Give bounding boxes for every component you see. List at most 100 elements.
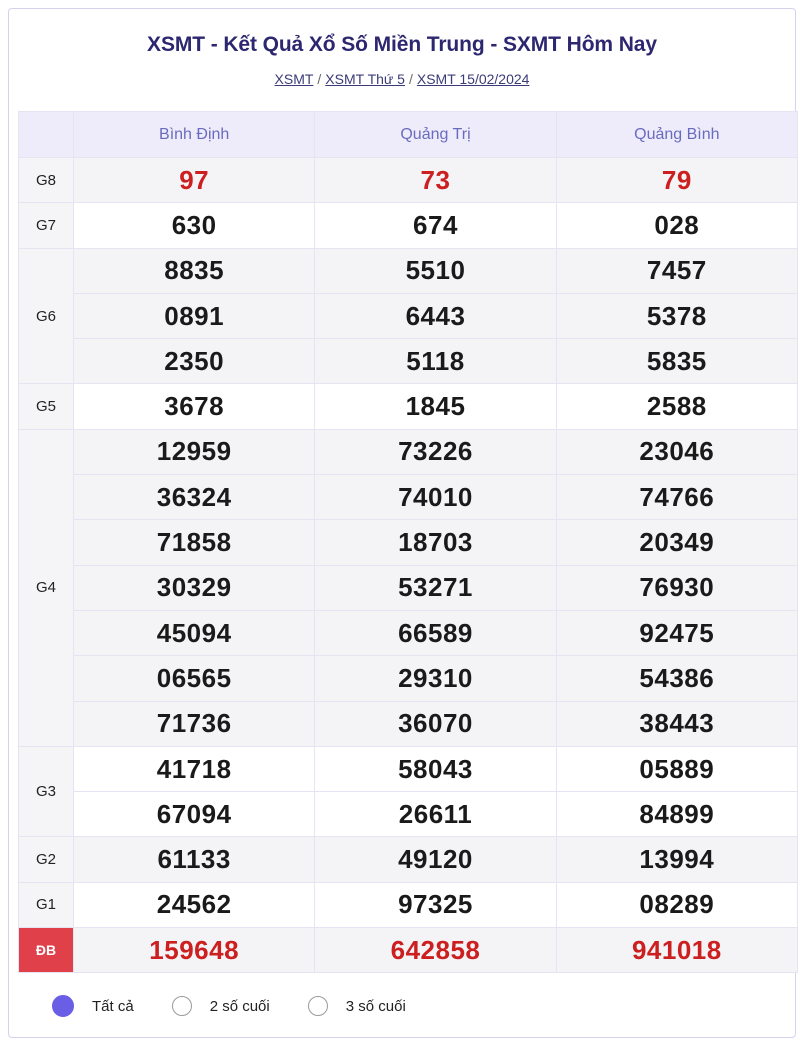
prize-number: 24562	[72, 881, 316, 929]
prize-number: 29310	[314, 655, 557, 702]
prize-number: 18703	[314, 519, 557, 566]
results-header: XSMT - Kết Quả Xổ Số Miền Trung - SXMT H…	[9, 9, 795, 101]
prize-row-g4: 45094 66589 92475	[19, 609, 799, 657]
digit-filter: Tất cả 2 số cuối 3 số cuối	[18, 976, 798, 1036]
province-quang-tri: Quảng Trị	[314, 111, 557, 158]
prize-label: G7	[18, 202, 74, 249]
prize-number: 12959	[72, 428, 316, 476]
special-prize-label: ĐB	[18, 927, 74, 974]
prize-number: 92475	[555, 609, 799, 657]
prize-number: 73226	[314, 428, 557, 476]
prize-number: 49120	[314, 836, 557, 883]
breadcrumb-xsmt-thu5[interactable]: XSMT Thứ 5	[325, 71, 405, 87]
prize-number: 73	[314, 156, 557, 204]
prize-number: 54386	[555, 655, 799, 702]
prize-number: 06565	[72, 655, 316, 702]
special-prize-number: 642858	[314, 927, 557, 974]
prize-row-g6: G6 8835 5510 7457	[18, 247, 799, 385]
prize-number: 30329	[72, 564, 316, 611]
breadcrumb-separator: /	[408, 71, 413, 87]
results-table: Bình Định Quảng Trị Quảng Bình G8 97 73 …	[18, 111, 799, 974]
prize-number: 61133	[72, 836, 316, 883]
prize-label: G8	[18, 156, 74, 204]
breadcrumb-separator: /	[317, 71, 322, 87]
prize-number: 74766	[555, 474, 799, 521]
prize-number: 36070	[314, 700, 557, 747]
prize-row-g5: G5 3678 1845 2588	[18, 383, 799, 430]
prize-number: 5378	[555, 292, 799, 340]
prize-number: 08289	[555, 881, 799, 929]
prize-number: 71858	[72, 519, 316, 566]
prize-row-g4: 71736 36070 38443	[19, 700, 799, 747]
prize-row-g4: G4 12959 73226 23046	[18, 428, 799, 747]
special-prize-number: 941018	[555, 927, 799, 974]
prize-number: 05889	[555, 745, 799, 793]
prize-row-special: ĐB 159648 642858 941018	[18, 927, 799, 974]
prize-number: 74010	[314, 474, 557, 521]
prize-number: 5835	[555, 338, 799, 385]
prize-number: 71736	[72, 700, 316, 747]
filter-option-all[interactable]: Tất cả	[52, 995, 134, 1017]
prize-label: G5	[18, 383, 74, 430]
breadcrumb: XSMT / XSMT Thứ 5/XSMT 15/02/2024	[9, 71, 795, 87]
filter-option-last-3[interactable]: 3 số cuối	[307, 996, 406, 1016]
prize-row-g2: G2 61133 49120 13994	[18, 836, 799, 883]
breadcrumb-xsmt-date[interactable]: XSMT 15/02/2024	[417, 71, 530, 87]
prize-row-g4: 30329 53271 76930	[19, 564, 799, 611]
prize-number: 1845	[314, 383, 557, 430]
prize-number: 5510	[314, 247, 557, 294]
prize-number: 79	[555, 156, 799, 204]
radio-unselected-icon[interactable]	[171, 996, 192, 1016]
prize-row-g6: 0891 6443 5378	[19, 292, 799, 340]
prize-number: 38443	[555, 700, 799, 747]
prize-number: 67094	[72, 791, 316, 838]
filter-option-label: Tất cả	[92, 997, 134, 1015]
prize-label: G2	[18, 836, 74, 883]
prize-number: 6443	[314, 292, 557, 340]
prize-label: G4	[18, 428, 74, 747]
breadcrumb-xsmt[interactable]: XSMT	[275, 71, 314, 87]
results-panel: XSMT - Kết Quả Xổ Số Miền Trung - SXMT H…	[8, 8, 799, 1038]
prize-number: 66589	[314, 609, 557, 657]
prize-number: 674	[314, 202, 557, 249]
prize-number: 630	[72, 202, 316, 249]
prize-number: 13994	[555, 836, 799, 883]
prize-row-g4: 71858 18703 20349	[19, 519, 799, 566]
prize-number: 0891	[72, 292, 316, 340]
prize-label: G1	[18, 881, 74, 929]
prize-number: 76930	[555, 564, 799, 611]
prize-number: 53271	[314, 564, 557, 611]
prize-number: 7457	[555, 247, 799, 294]
prize-number: 2350	[72, 338, 316, 385]
prize-number: 028	[555, 202, 799, 249]
prize-number: 20349	[555, 519, 799, 566]
province-header-row: Bình Định Quảng Trị Quảng Bình	[18, 111, 799, 158]
prize-row-g7: G7 630 674 028	[18, 202, 799, 249]
prize-number: 3678	[72, 383, 316, 430]
prize-label: G6	[18, 247, 74, 385]
page-title: XSMT - Kết Quả Xổ Số Miền Trung - SXMT H…	[147, 33, 657, 56]
prize-number: 26611	[314, 791, 557, 838]
prize-number: 2588	[555, 383, 799, 430]
prize-row-g3: 67094 26611 84899	[19, 791, 799, 838]
prize-number: 58043	[314, 745, 557, 793]
province-binh-dinh: Bình Định	[72, 111, 316, 158]
prize-number: 8835	[72, 247, 316, 294]
prize-row-g3: G3 41718 58043 05889	[18, 745, 799, 838]
prize-row-g1: G1 24562 97325 08289	[18, 881, 799, 929]
filter-option-last-2[interactable]: 2 số cuối	[171, 996, 270, 1016]
special-prize-number: 159648	[72, 927, 316, 974]
prize-row-g6: 2350 5118 5835	[19, 338, 799, 385]
prize-number: 97	[72, 156, 316, 204]
radio-selected-icon[interactable]	[52, 995, 74, 1017]
province-quang-binh: Quảng Bình	[555, 111, 799, 158]
prize-label: G3	[18, 745, 74, 838]
prize-row-g4: 06565 29310 54386	[19, 655, 799, 702]
prize-row-g4: 36324 74010 74766	[19, 474, 799, 521]
prize-number: 97325	[314, 881, 557, 929]
filter-option-label: 3 số cuối	[345, 997, 406, 1015]
prize-number: 45094	[72, 609, 316, 657]
radio-unselected-icon[interactable]	[307, 996, 328, 1016]
prize-number: 5118	[314, 338, 557, 385]
prize-number: 41718	[72, 745, 316, 793]
